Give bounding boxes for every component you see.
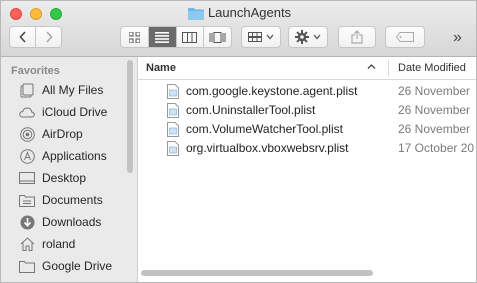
sidebar-item-icloud-drive[interactable]: iCloud Drive <box>1 102 125 122</box>
file-name: com.UninstallerTool.plist <box>186 103 316 117</box>
view-mode-control <box>120 26 232 48</box>
sidebar-item-label: Desktop <box>42 171 87 185</box>
column-view-button[interactable] <box>177 27 205 47</box>
chevron-down-icon <box>313 34 321 40</box>
plist-file-icon <box>166 122 180 140</box>
toolbar: LaunchAgents » <box>1 1 476 57</box>
file-name: org.virtualbox.vboxwebsrv.plist <box>186 141 349 155</box>
sidebar-heading-favorites: Favorites <box>11 65 60 77</box>
airdrop-icon <box>19 126 35 142</box>
documents-icon <box>19 192 35 208</box>
plist-file-icon <box>166 103 180 121</box>
column-divider[interactable] <box>388 60 389 76</box>
chevron-left-icon <box>19 31 26 43</box>
sidebar-item-downloads[interactable]: Downloads <box>1 212 125 232</box>
tags-button[interactable] <box>385 26 425 48</box>
action-button[interactable] <box>288 26 328 48</box>
gear-icon <box>295 30 309 44</box>
sidebar-scrollbar[interactable] <box>127 60 133 173</box>
plist-file-icon <box>166 141 180 159</box>
sidebar-item-desktop[interactable]: Desktop <box>1 168 125 188</box>
chevron-right-icon <box>46 31 53 43</box>
cloud-icon <box>19 104 35 120</box>
back-button[interactable] <box>10 27 37 47</box>
desktop-icon <box>19 170 35 186</box>
file-date: 26 November <box>398 103 471 117</box>
share-button[interactable] <box>338 26 376 48</box>
horizontal-scrollbar[interactable] <box>141 270 373 276</box>
file-date: 17 October 20 <box>398 141 475 155</box>
icon-view-button[interactable] <box>121 27 149 47</box>
applications-icon <box>19 148 35 164</box>
sidebar-item-applications[interactable]: Applications <box>1 146 125 166</box>
file-date: 26 November <box>398 122 471 136</box>
folder-icon <box>19 258 35 274</box>
tag-icon <box>396 32 414 42</box>
sidebar-item-label: Google Drive <box>42 259 113 273</box>
file-name: com.google.keystone.agent.plist <box>186 84 358 98</box>
sidebar-item-label: All My Files <box>42 83 104 97</box>
sort-chevron-icon <box>367 61 376 76</box>
finder-window: LaunchAgents » Favorites All My Files iC… <box>0 0 477 283</box>
toolbar-overflow-button[interactable]: » <box>453 29 462 47</box>
sidebar-item-documents[interactable]: Documents <box>1 190 125 210</box>
icon-view-icon <box>128 31 140 43</box>
list-view-icon <box>155 31 170 43</box>
list-item[interactable]: com.google.keystone.agent.plist 26 Novem… <box>138 82 476 102</box>
sidebar-item-roland[interactable]: roland <box>1 234 125 254</box>
list-view-button[interactable] <box>148 27 177 47</box>
sidebar-item-all-my-files[interactable]: All My Files <box>1 80 125 100</box>
sidebar-item-label: Documents <box>42 193 103 207</box>
column-header: Name Date Modified <box>138 57 476 80</box>
sidebar-item-label: Applications <box>42 149 107 163</box>
file-date: 26 November <box>398 84 471 98</box>
sidebar-item-label: iCloud Drive <box>42 105 108 119</box>
chevron-down-icon <box>266 34 274 40</box>
column-header-name[interactable]: Name <box>146 62 176 74</box>
column-header-date-modified[interactable]: Date Modified <box>398 62 466 74</box>
sidebar: Favorites All My Files iCloud Drive AirD… <box>1 57 138 282</box>
sidebar-item-airdrop[interactable]: AirDrop <box>1 124 125 144</box>
list-item[interactable]: org.virtualbox.vboxwebsrv.plist 17 Octob… <box>138 139 476 159</box>
file-list: Name Date Modified com.google.keystone.a… <box>138 57 476 282</box>
forward-button[interactable] <box>36 27 61 47</box>
back-forward-control <box>9 26 62 48</box>
file-name: com.VolumeWatcherTool.plist <box>186 122 343 136</box>
arrange-button[interactable] <box>241 26 281 48</box>
list-item[interactable]: com.VolumeWatcherTool.plist 26 November <box>138 120 476 140</box>
plist-file-icon <box>166 84 180 102</box>
sidebar-item-google-drive[interactable]: Google Drive <box>1 256 125 276</box>
folder-icon <box>187 7 204 23</box>
window-title: LaunchAgents <box>1 5 476 23</box>
sidebar-item-label: Downloads <box>42 215 102 229</box>
sidebar-item-label: roland <box>42 237 76 251</box>
column-view-icon <box>182 31 198 43</box>
coverflow-view-button[interactable] <box>204 27 231 47</box>
share-icon <box>351 30 363 44</box>
arrange-icon <box>248 32 262 42</box>
downloads-icon <box>19 214 35 230</box>
sidebar-item-label: AirDrop <box>42 127 83 141</box>
all-files-icon <box>19 82 35 98</box>
coverflow-view-icon <box>209 31 226 43</box>
home-icon <box>19 236 35 252</box>
list-item[interactable]: com.UninstallerTool.plist 26 November <box>138 101 476 121</box>
window-title-text: LaunchAgents <box>207 5 292 20</box>
